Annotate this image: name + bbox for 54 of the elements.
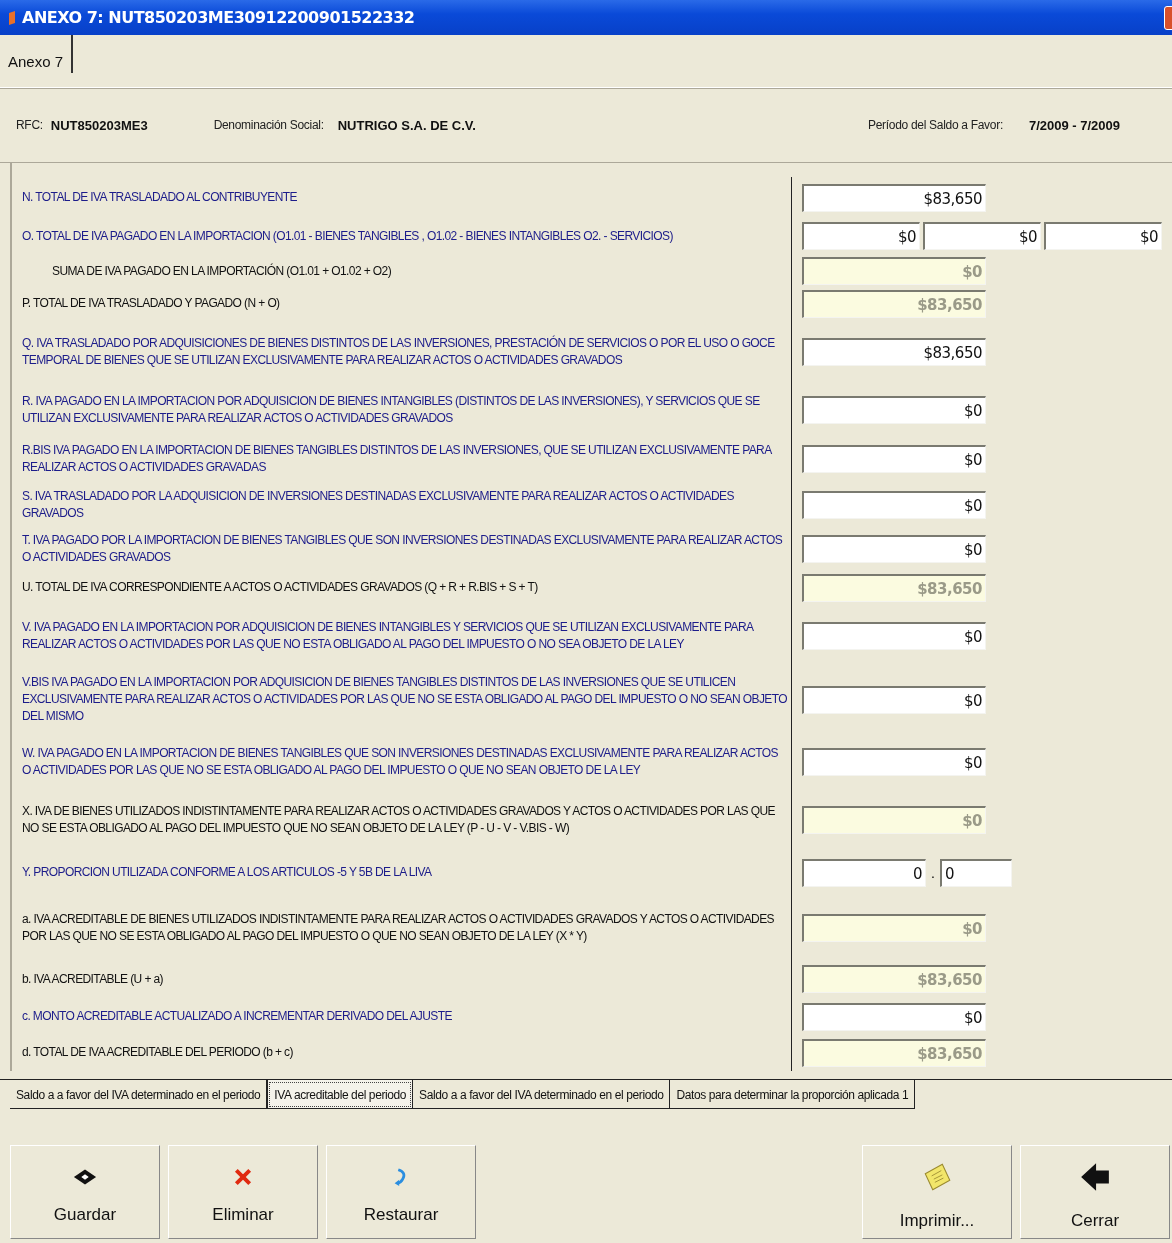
rfc-value: NUT850203ME3 (50, 117, 148, 133)
save-button[interactable]: Guardar (10, 1145, 160, 1239)
tab[interactable]: Datos para determinar la proporción aplicada 1 (670, 1080, 916, 1109)
periodo-value: 7/2009 - 7/2009 (1028, 117, 1120, 133)
field-label: R. IVA PAGADO EN LA IMPORTACION POR ADQUISICION DE BIENES INTANGIBLES (DISTINTOS DE LAS INVERSIONES), Y SERVICIOS QUE SE UTILIZAN EXCLUSIVAMENTE PARA REALIZAR ACTOS O ACTIVIDADES GRAVADOS (12, 384, 792, 436)
field-label: a. IVA ACREDITABLE DE BIENES UTILIZADOS INDISTINTAMENTE PARA REALIZAR ACTOS O ACTIVIDADES GRAVADOS Y ACTOS O ACTIVIDADES POR LAS QUE NO SE ESTA OBLIGADO AL PAGO DEL IMPUESTO O QUE NO SEAN OBJETO DE LA LEY (X * Y) (12, 896, 792, 959)
field-label: W. IVA PAGADO EN LA IMPORTACION DE BIENES TANGIBLES QUE SON INVERSIONES DESTINADAS EXCLUSIVAMENTE PARA REALIZAR ACTOS O ACTIVIDADES POR LAS QUE NO SE ESTA OBLIGADO AL PAGO DEL IMPUESTO O QUE NO SEAN OBJETO DE LA LEY (12, 733, 792, 791)
field-label: d. TOTAL DE IVA ACREDITABLE DEL PERIODO (b + c) (12, 1034, 792, 1071)
field-label: S. IVA TRASLADADO POR LA ADQUISICION DE INVERSIONES DESTINADAS EXCLUSIVAMENTE PARA REALIZAR ACTOS O ACTIVIDADES GRAVADOS (12, 481, 792, 528)
denominacion-label: Denominación Social: (213, 118, 324, 132)
tab[interactable]: Anexo 7 (0, 35, 74, 73)
input-field[interactable]: 0 (939, 858, 1012, 887)
input-field[interactable]: $83,650 (802, 337, 986, 366)
field-label: V.BIS IVA PAGADO EN LA IMPORTACION POR ADQUISICION DE BIENES TANGIBLES DISTINTOS DE LAS INVERSIONES QUE SE UTILICEN EXCLUSIVAMENTE PARA REALIZAR ACTOS O ACTIVIDADES POR LAS QUE NO SE ESTA OBLIGADO AL PAGO DEL IMPUESTO O NO SEAN OBJETO DEL MISMO (12, 666, 792, 733)
field-label: c. MONTO ACREDITABLE ACTUALIZADO A INCREMENTAR DERIVADO DEL AJUSTE (12, 999, 792, 1034)
input-field[interactable]: $0 (923, 222, 1041, 250)
field-label: T. IVA PAGADO POR LA IMPORTACION DE BIENES TANGIBLES QUE SON INVERSIONES DESTINADAS EXCLUSIVAMENTE PARA REALIZAR ACTOS O ACTIVIDADES GRAVADOS (12, 528, 792, 569)
tab[interactable]: Saldo a a favor del IVA determinado en el periodo (413, 1080, 671, 1109)
input-field[interactable]: $0 (802, 396, 986, 424)
input-field[interactable]: $0 (802, 685, 986, 714)
field-label: b. IVA ACREDITABLE (U + a) (12, 959, 792, 999)
delete-button[interactable]: Eliminar (168, 1145, 318, 1239)
input-field[interactable]: 0 (802, 858, 926, 887)
app-icon (8, 10, 16, 25)
denominacion-value: NUTRIGO S.A. DE C.V. (337, 117, 476, 133)
periodo-label: Período del Saldo a Favor: (867, 118, 1003, 132)
input-field[interactable]: $0 (802, 444, 986, 473)
input-field[interactable]: $0 (802, 490, 986, 519)
tab[interactable]: Saldo a a favor del IVA determinado en el periodo (10, 1080, 268, 1109)
restore-button[interactable]: Restaurar (326, 1145, 476, 1239)
field-label: V. IVA PAGADO EN LA IMPORTACION POR ADQUISICION DE BIENES INTANGIBLES Y SERVICIOS QUE SE UTILIZAN EXCLUSIVAMENTE PARA REALIZAR ACTOS O ACTIVIDADES POR LAS QUE NO ESTA OBLIGADO AL PAGO DEL IMPUESTO O NO SEA OBJETO DE LA LEY (12, 606, 792, 666)
print-button[interactable]: Imprimir... (862, 1145, 1012, 1239)
input-field[interactable]: $83,650 (802, 183, 986, 212)
input-field[interactable]: $0 (802, 622, 986, 650)
input-field[interactable]: $0 (802, 1002, 986, 1031)
tab[interactable]: IVA acreditable del periodo (267, 1080, 414, 1109)
input-field[interactable]: $0 (802, 748, 986, 776)
field-label: Q. IVA TRASLADADO POR ADQUISICIONES DE BIENES DISTINTOS DE LAS INVERSIONES, PRESTACIÓN DE SERVICIOS O POR EL USO O GOCE TEMPORAL DE BIENES QUE SE UTILIZAN EXCLUSIVAMENTE PARA REALIZAR ACTOS O ACTIVIDADES GRAVADOS (12, 319, 792, 384)
field-label: Y. PROPORCION UTILIZADA CONFORME A LOS ARTICULOS -5 Y 5B DE LA LIVA (12, 849, 792, 896)
field-label: P. TOTAL DE IVA TRASLADADO Y PAGADO (N + O) (12, 288, 792, 319)
note-icon (921, 1160, 953, 1193)
field-label: R.BIS IVA PAGADO EN LA IMPORTACION DE BIENES TANGIBLES DISTINTOS DE LAS INVERSIONES, QUE SE UTILIZAN EXCLUSIVAMENTE PARA REALIZAR ACTOS O ACTIVIDADES GRAVADAS (12, 436, 792, 481)
field-label: X. IVA DE BIENES UTILIZADOS INDISTINTAMENTE PARA REALIZAR ACTOS O ACTIVIDADES GRAVADOS Y ACTOS O ACTIVIDADES POR LAS QUE NO SE ESTA OBLIGADO AL PAGO DEL IMPUESTO QUE NO SEAN OBJETO DE LA LEY (P - U - V - V.BIS - W) (12, 791, 792, 849)
input-field[interactable]: $0 (1044, 222, 1162, 250)
rfc-label: RFC: (16, 118, 43, 132)
field-label: O. TOTAL DE IVA PAGADO EN LA IMPORTACION (O1.01 - BIENES TANGIBLES , O1.02 - BIENES INTANGIBLES O2. - SERVICIOS) (12, 218, 792, 254)
input-field[interactable]: $0 (802, 222, 920, 250)
close-button[interactable]: Cerrar (1020, 1145, 1170, 1239)
window-title: ANEXO 7: NUT850203ME30912200901522332 (22, 8, 415, 27)
input-field[interactable]: $0 (802, 534, 986, 563)
decimal-separator: . (931, 864, 935, 881)
field-label: N. TOTAL DE IVA TRASLADADO AL CONTRIBUYENTE (12, 177, 792, 218)
field-label: U. TOTAL DE IVA CORRESPONDIENTE A ACTOS O ACTIVIDADES GRAVADOS (Q + R + R.BIS + S + T) (12, 569, 792, 606)
field-label: SUMA DE IVA PAGADO EN LA IMPORTACIÓN (O1.01 + O1.02 + O2) (12, 254, 792, 288)
